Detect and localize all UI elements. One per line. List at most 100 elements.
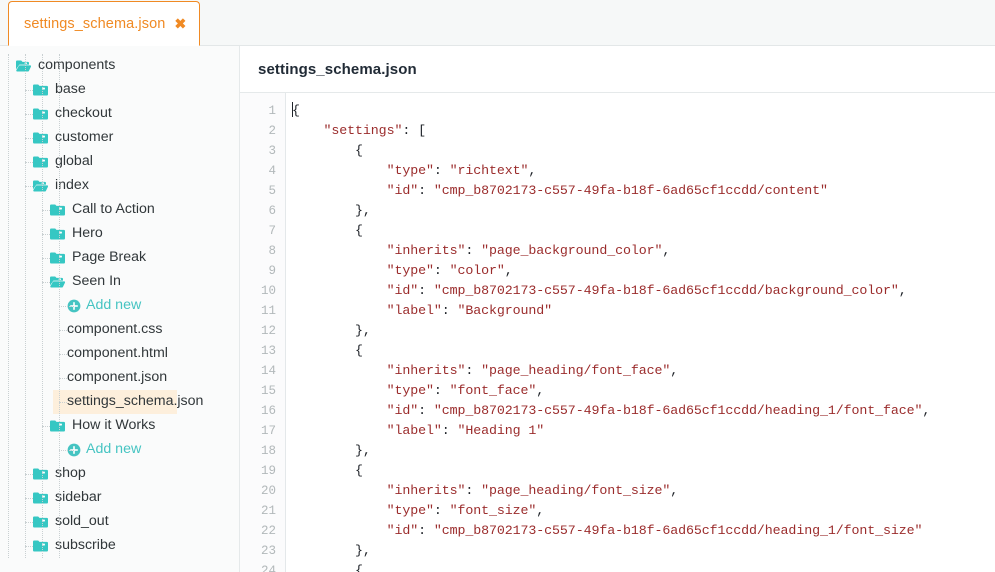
code-line[interactable]: "type": "font_face",: [292, 381, 995, 401]
code-line[interactable]: "inherits": "page_heading/font_size",: [292, 481, 995, 501]
code-line[interactable]: "label": "Background": [292, 301, 995, 321]
editor-header: settings_schema.json: [240, 46, 995, 93]
tree-folder-how-it-works[interactable]: How it Works: [0, 414, 239, 438]
tree-guide-line: [25, 54, 26, 558]
code-string: "richtext": [449, 163, 529, 178]
code-line[interactable]: "id": "cmp_b8702173-c557-49fa-b18f-6ad65…: [292, 181, 995, 201]
code-line[interactable]: "id": "cmp_b8702173-c557-49fa-b18f-6ad65…: [292, 401, 995, 421]
folder-icon: [33, 492, 48, 504]
code-line[interactable]: },: [292, 321, 995, 341]
code-line[interactable]: "settings": [: [292, 121, 995, 141]
tree-file-component-json[interactable]: component.json: [0, 366, 239, 390]
line-number: 13: [260, 344, 276, 358]
code-punctuation: {: [292, 103, 300, 118]
tree-folder-index[interactable]: index: [0, 174, 239, 198]
code-line[interactable]: {: [292, 341, 995, 361]
line-number: 16: [260, 404, 276, 418]
code-line[interactable]: "type": "color",: [292, 261, 995, 281]
tree-item-label: subscribe: [55, 537, 116, 554]
code-punctuation: [292, 523, 387, 538]
tree-item-label: settings_schema.json: [67, 393, 204, 410]
tree-item-label: index: [55, 177, 89, 194]
code-line[interactable]: "inherits": "page_heading/font_face",: [292, 361, 995, 381]
line-number: 22: [260, 524, 276, 538]
code-editor-app: settings_schema.json ✖ components base che…: [0, 0, 995, 572]
tree-folder-components[interactable]: components: [0, 54, 239, 78]
code-area[interactable]: 1 2 3 4 5 6 7 8 9 10 11 12 13 14 15 16 17 18 19 20 21 22 23 24 …: [240, 93, 995, 572]
code-line[interactable]: "id": "cmp_b8702173-c557-49fa-b18f-6ad65…: [292, 281, 995, 301]
tree-file-component-css[interactable]: component.css: [0, 318, 239, 342]
code-punctuation: [292, 383, 387, 398]
line-number: 5: [268, 184, 276, 198]
tree-folder-checkout[interactable]: checkout: [0, 102, 239, 126]
code-punctuation: {: [292, 223, 363, 238]
code-punctuation: [292, 503, 387, 518]
line-number: 12: [260, 324, 276, 338]
tree-guide-dash: [25, 522, 33, 523]
tree-guide-dash: [42, 282, 50, 283]
code-line[interactable]: {: [292, 101, 995, 121]
code-line[interactable]: {: [292, 561, 995, 572]
line-number: 4: [268, 164, 276, 178]
code-punctuation: {: [292, 343, 363, 358]
folder-icon: [33, 540, 48, 552]
code-punctuation: [292, 403, 387, 418]
folder-icon: [50, 228, 65, 240]
file-tree-sidebar[interactable]: components base checkout customer global inde…: [0, 46, 240, 572]
tree-folder-global[interactable]: global: [0, 150, 239, 174]
file-tree: components base checkout customer global inde…: [0, 54, 239, 558]
tree-file-component-html[interactable]: component.html: [0, 342, 239, 366]
code-line[interactable]: "type": "font_size",: [292, 501, 995, 521]
line-number: 21: [260, 504, 276, 518]
line-number: 24: [260, 564, 276, 572]
code-punctuation: : [: [402, 123, 426, 138]
code-line[interactable]: {: [292, 221, 995, 241]
code-line[interactable]: {: [292, 141, 995, 161]
add-new-button[interactable]: Add new: [0, 294, 239, 318]
tree-folder-base[interactable]: base: [0, 78, 239, 102]
code-punctuation: ,: [662, 243, 671, 258]
tree-folder-shop[interactable]: shop: [0, 462, 239, 486]
code-punctuation: :: [433, 503, 450, 518]
tree-file-settings-schema-json[interactable]: settings_schema.json: [53, 390, 203, 414]
code-line[interactable]: "inherits": "page_background_color",: [292, 241, 995, 261]
code-line[interactable]: "type": "richtext",: [292, 161, 995, 181]
tree-item-label: Call to Action: [72, 201, 155, 218]
tree-folder-sidebar[interactable]: sidebar: [0, 486, 239, 510]
code-line[interactable]: "id": "cmp_b8702173-c557-49fa-b18f-6ad65…: [292, 521, 995, 541]
code-string: "id": [386, 183, 419, 198]
add-new-button[interactable]: Add new: [0, 438, 239, 462]
code-string: "type": [386, 383, 434, 398]
code-punctuation: :: [465, 243, 482, 258]
line-number: 17: [260, 424, 276, 438]
code-content[interactable]: { "settings": [ { "type": "richtext", "i…: [286, 93, 995, 572]
tree-folder-call-to-action[interactable]: Call to Action: [0, 198, 239, 222]
folder-icon: [33, 132, 48, 144]
tree-folder-page-break[interactable]: Page Break: [0, 246, 239, 270]
code-string: "type": [386, 163, 434, 178]
tree-folder-subscribe[interactable]: subscribe: [0, 534, 239, 558]
tree-guide-dash: [25, 114, 33, 115]
tab-settings-schema-json[interactable]: settings_schema.json ✖: [8, 1, 201, 46]
tree-item-label: How it Works: [72, 417, 156, 434]
code-punctuation: ,: [528, 163, 537, 178]
code-line[interactable]: {: [292, 461, 995, 481]
code-line[interactable]: "label": "Heading 1": [292, 421, 995, 441]
code-punctuation: :: [418, 183, 434, 198]
tree-folder-customer[interactable]: customer: [0, 126, 239, 150]
code-punctuation: [292, 423, 387, 438]
code-line[interactable]: },: [292, 541, 995, 561]
tree-folder-sold-out[interactable]: sold_out: [0, 510, 239, 534]
close-icon[interactable]: ✖: [174, 16, 186, 30]
code-string: "color": [449, 263, 505, 278]
line-number: 6: [268, 204, 276, 218]
code-line[interactable]: },: [292, 441, 995, 461]
tree-folder-hero[interactable]: Hero: [0, 222, 239, 246]
tree-guide-dash: [42, 258, 50, 259]
code-string: "page_heading/font_size": [481, 483, 671, 498]
folder-open-icon: [33, 180, 48, 192]
tree-folder-seen-in[interactable]: Seen In: [0, 270, 239, 294]
code-string: "id": [386, 523, 419, 538]
code-line[interactable]: },: [292, 201, 995, 221]
line-number: 8: [268, 244, 276, 258]
